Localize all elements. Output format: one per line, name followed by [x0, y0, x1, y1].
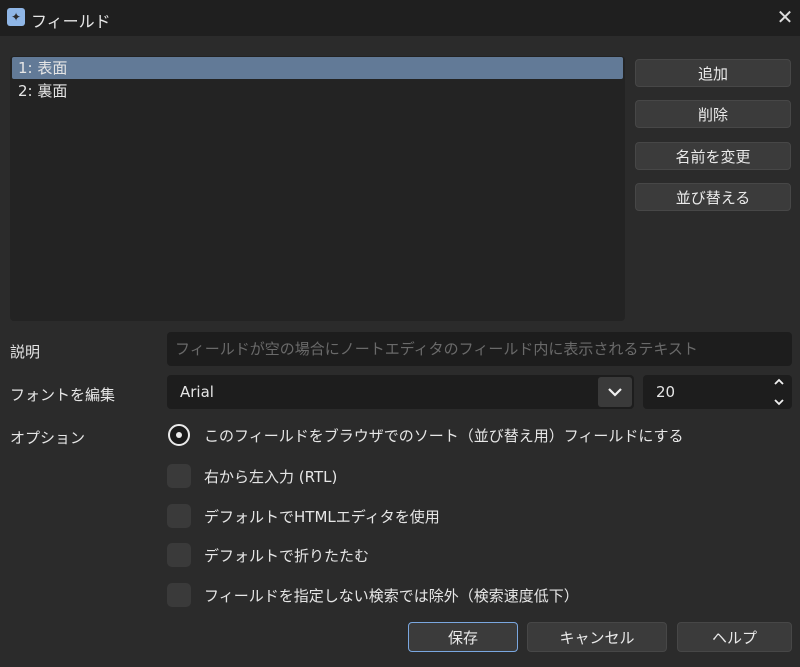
- delete-button[interactable]: 削除: [635, 100, 791, 128]
- html-editor-label: デフォルトでHTMLエディタを使用: [204, 508, 440, 526]
- close-icon[interactable]: ✕: [772, 4, 798, 30]
- window-title: フィールド: [31, 12, 111, 31]
- save-button[interactable]: 保存: [408, 622, 518, 652]
- font-size-spinner[interactable]: 20: [643, 375, 792, 409]
- options-label: オプション: [10, 429, 86, 447]
- rtl-checkbox[interactable]: [167, 464, 191, 488]
- title-bar: ✦ フィールド ✕: [0, 0, 800, 36]
- radio-button[interactable]: [168, 424, 190, 446]
- list-item[interactable]: 2: 裏面: [12, 80, 623, 102]
- exclude-search-checkbox[interactable]: [167, 583, 191, 607]
- sort-field-label: このフィールドをブラウザでのソート（並び替え用）フィールドにする: [204, 427, 684, 445]
- field-list[interactable]: 1: 表面 2: 裏面: [10, 56, 625, 321]
- font-select[interactable]: Arial: [167, 375, 634, 409]
- collapse-label: デフォルトで折りたたむ: [204, 547, 370, 565]
- app-icon: ✦: [7, 8, 25, 26]
- collapse-checkbox[interactable]: [167, 543, 191, 567]
- rtl-label: 右から左入力 (RTL): [204, 468, 338, 486]
- chevron-down-icon[interactable]: [773, 398, 785, 406]
- description-label: 説明: [10, 343, 41, 361]
- font-family-value: Arial: [180, 383, 214, 401]
- reorder-button[interactable]: 並び替える: [635, 183, 791, 211]
- chevron-up-icon[interactable]: [773, 378, 785, 386]
- help-button[interactable]: ヘルプ: [677, 622, 792, 652]
- font-label: フォントを編集: [10, 386, 116, 404]
- exclude-search-label: フィールドを指定しない検索では除外（検索速度低下）: [204, 587, 579, 605]
- rename-button[interactable]: 名前を変更: [635, 142, 791, 170]
- description-input[interactable]: フィールドが空の場合にノートエディタのフィールド内に表示されるテキスト: [167, 332, 792, 366]
- list-item[interactable]: 1: 表面: [12, 57, 623, 79]
- chevron-down-icon[interactable]: [598, 377, 632, 407]
- html-editor-checkbox[interactable]: [167, 504, 191, 528]
- cancel-button[interactable]: キャンセル: [527, 622, 667, 652]
- font-size-value: 20: [656, 383, 676, 401]
- add-button[interactable]: 追加: [635, 59, 791, 87]
